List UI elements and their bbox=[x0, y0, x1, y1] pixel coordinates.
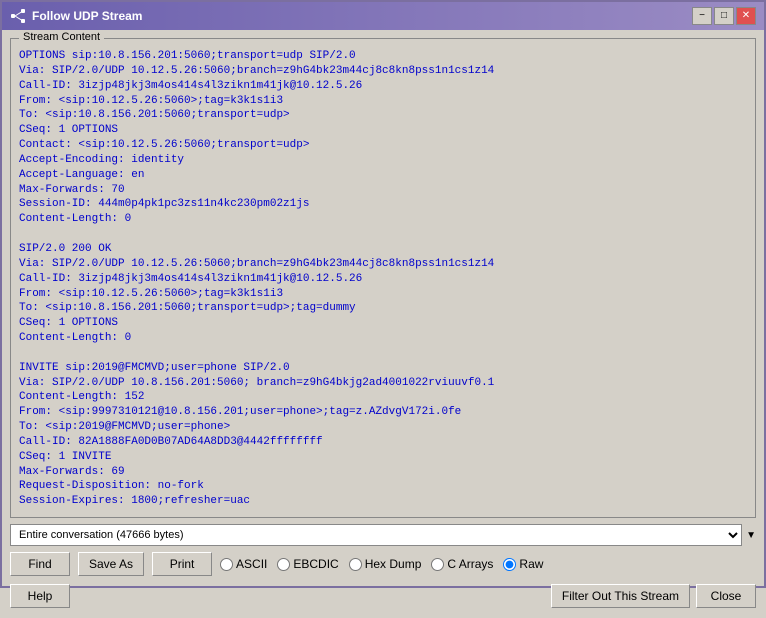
raw-label: Raw bbox=[519, 557, 543, 571]
ascii-label: ASCII bbox=[236, 557, 267, 571]
stream-content-label: Stream Content bbox=[19, 31, 104, 43]
find-button[interactable]: Find bbox=[10, 552, 70, 576]
dropdown-arrow-icon: ▼ bbox=[746, 530, 756, 541]
minimize-button[interactable]: − bbox=[692, 7, 712, 25]
hexdump-radio[interactable] bbox=[349, 558, 362, 571]
network-icon bbox=[10, 8, 26, 24]
raw-radio[interactable] bbox=[503, 558, 516, 571]
title-bar-left: Follow UDP Stream bbox=[10, 8, 142, 24]
carrays-label: C Arrays bbox=[447, 557, 493, 571]
window-title: Follow UDP Stream bbox=[32, 9, 142, 23]
raw-radio-item[interactable]: Raw bbox=[503, 557, 543, 571]
carrays-radio[interactable] bbox=[431, 558, 444, 571]
maximize-button[interactable]: □ bbox=[714, 7, 734, 25]
action-button-row: Find Save As Print ASCII EBCDIC Hex Dump bbox=[10, 552, 756, 576]
ebcdic-label: EBCDIC bbox=[293, 557, 338, 571]
bottom-button-row: Help Filter Out This Stream Close bbox=[10, 582, 756, 610]
ascii-radio[interactable] bbox=[220, 558, 233, 571]
follow-udp-stream-window: Follow UDP Stream − □ ✕ Stream Content O… bbox=[0, 0, 766, 588]
save-as-button[interactable]: Save As bbox=[78, 552, 144, 576]
title-buttons: − □ ✕ bbox=[692, 7, 756, 25]
conversation-dropdown-row: Entire conversation (47666 bytes) ▼ bbox=[10, 524, 756, 546]
print-button[interactable]: Print bbox=[152, 552, 212, 576]
ebcdic-radio-item[interactable]: EBCDIC bbox=[277, 557, 338, 571]
window-close-button[interactable]: ✕ bbox=[736, 7, 756, 25]
stream-content-group: Stream Content OPTIONS sip:10.8.156.201:… bbox=[10, 38, 756, 518]
stream-text-content: OPTIONS sip:10.8.156.201:5060;transport=… bbox=[19, 49, 747, 509]
carrays-radio-item[interactable]: C Arrays bbox=[431, 557, 493, 571]
stream-scroll-area[interactable]: OPTIONS sip:10.8.156.201:5060;transport=… bbox=[15, 45, 751, 513]
hexdump-radio-item[interactable]: Hex Dump bbox=[349, 557, 422, 571]
ebcdic-radio[interactable] bbox=[277, 558, 290, 571]
ascii-radio-item[interactable]: ASCII bbox=[220, 557, 267, 571]
encoding-radio-group: ASCII EBCDIC Hex Dump C Arrays Raw bbox=[220, 557, 756, 571]
hexdump-label: Hex Dump bbox=[365, 557, 422, 571]
title-bar: Follow UDP Stream − □ ✕ bbox=[2, 2, 764, 30]
window-body: Stream Content OPTIONS sip:10.8.156.201:… bbox=[2, 30, 764, 618]
conversation-select[interactable]: Entire conversation (47666 bytes) bbox=[10, 524, 742, 546]
